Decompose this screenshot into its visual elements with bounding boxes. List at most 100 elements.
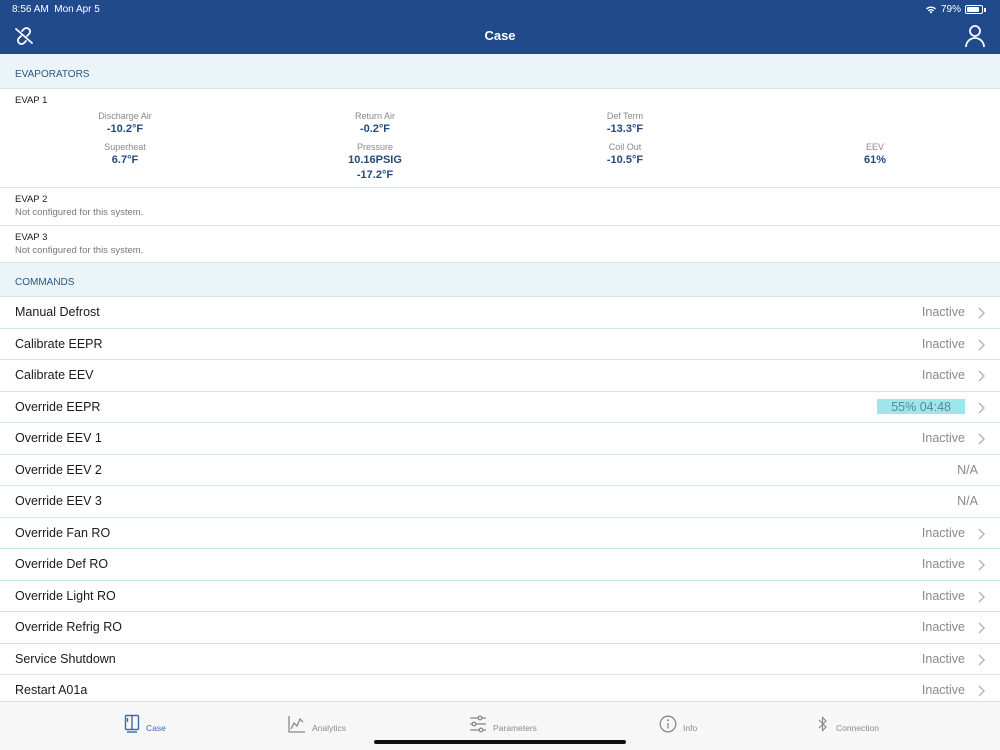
evap2-block: EVAP 2 Not configured for this system. — [0, 188, 1000, 226]
command-label: Override Fan RO — [15, 525, 111, 540]
command-row: Override EEV 3 N/A — [0, 486, 1000, 518]
discharge-air-metric: Discharge Air -10.2°F — [45, 111, 205, 137]
evap2-title: EVAP 2 — [15, 194, 48, 205]
command-row[interactable]: Service Shutdown Inactive — [0, 644, 1000, 675]
command-row[interactable]: Calibrate EEPR Inactive — [0, 329, 1000, 360]
user-icon[interactable] — [964, 24, 986, 48]
tab-connection[interactable]: Connection — [816, 712, 879, 736]
discharge-air-label: Discharge Air — [98, 111, 152, 121]
command-label: Override Def RO — [15, 557, 109, 571]
wifi-icon — [925, 6, 936, 14]
app-header: 8:56 AM Mon Apr 5 79% Case — [0, 0, 1000, 54]
chevron-right-icon — [978, 401, 986, 414]
chevron-right-icon — [978, 307, 986, 319]
superheat-metric: Superheat 6.7°F — [45, 142, 205, 168]
command-row[interactable]: Override Refrig RO Inactive — [0, 612, 1000, 644]
command-row: Override EEV 2 N/A — [0, 455, 1000, 486]
command-label: Calibrate EEPR — [15, 336, 103, 351]
command-status: Inactive — [921, 305, 965, 319]
evap3-note: Not configured for this system. — [15, 245, 144, 256]
command-row[interactable]: Override Def RO Inactive — [0, 549, 1000, 581]
battery-tip — [984, 7, 986, 12]
command-row[interactable]: Manual Defrost Inactive — [0, 297, 1000, 329]
info-icon — [659, 715, 677, 733]
command-status: Inactive — [921, 336, 965, 351]
command-status: Inactive — [921, 557, 965, 571]
def-term-value: -13.3°F — [606, 123, 644, 135]
tab-analytics[interactable]: Analytics — [288, 712, 346, 736]
tab-info-label: Info — [683, 722, 698, 733]
command-label: Override EEV 3 — [15, 494, 102, 508]
command-status-active: 55% 04:48 — [877, 398, 965, 414]
evaporators-section-header: EVAPORATORS — [0, 54, 1000, 89]
chevron-right-icon — [978, 433, 986, 445]
command-label: Override Refrig RO — [15, 620, 122, 634]
pressure-label: Pressure — [356, 142, 393, 152]
chevron-right-icon — [978, 685, 986, 697]
def-term-label: Def Term — [606, 111, 644, 121]
command-status: Inactive — [921, 588, 965, 603]
command-status: Inactive — [921, 683, 965, 697]
commands-section-header: COMMANDS — [0, 263, 1000, 297]
command-status: Inactive — [921, 651, 965, 666]
command-status: N/A — [957, 462, 978, 477]
status-date-text: Mon Apr 5 — [54, 4, 100, 15]
command-label: Override EEV 2 — [15, 462, 102, 477]
pressure-temp-value: -17.2°F — [356, 169, 394, 181]
case-icon — [124, 714, 140, 733]
evap3-block: EVAP 3 Not configured for this system. — [0, 226, 1000, 263]
battery-percent: 79% — [940, 4, 961, 15]
def-term-metric: Def Term -13.3°F — [545, 111, 705, 137]
command-label: Override EEPR — [15, 399, 101, 414]
command-label: Calibrate EEV — [15, 368, 94, 382]
status-time: 8:56 AM Mon Apr 5 — [12, 4, 100, 15]
status-time-text: 8:56 AM — [12, 4, 49, 15]
tab-case[interactable]: Case — [124, 712, 166, 736]
superheat-label: Superheat — [104, 142, 146, 152]
page-title: Case — [484, 28, 516, 43]
eev-label: EEV — [865, 142, 884, 152]
sliders-icon — [470, 715, 486, 733]
command-label: Service Shutdown — [15, 651, 116, 666]
status-right: 79% — [925, 4, 986, 15]
tab-analytics-label: Analytics — [312, 722, 347, 733]
coil-out-label: Coil Out — [608, 142, 642, 152]
tab-parameters-label: Parameters — [493, 722, 537, 733]
evap3-title: EVAP 3 — [15, 232, 48, 243]
return-air-label: Return Air — [354, 111, 396, 121]
tab-case-label: Case — [146, 722, 166, 733]
command-status: Inactive — [921, 525, 965, 540]
tab-parameters[interactable]: Parameters — [469, 712, 537, 736]
command-label: Restart A01a — [15, 683, 88, 697]
superheat-value: 6.7°F — [111, 154, 139, 166]
command-status: N/A — [957, 494, 978, 508]
evap1-block: EVAP 1 Discharge Air -10.2°F Return Air … — [0, 89, 1000, 188]
home-indicator — [374, 740, 626, 744]
return-air-metric: Return Air -0.2°F — [295, 111, 455, 137]
bluetooth-icon — [818, 716, 827, 732]
command-status: Inactive — [921, 368, 965, 382]
command-status: Inactive — [921, 620, 965, 634]
command-row[interactable]: Override EEPR 55% 04:48 — [0, 392, 1000, 423]
command-label: Override EEV 1 — [15, 431, 102, 445]
command-label: Manual Defrost — [15, 305, 100, 319]
pressure-metric: Pressure 10.16PSIG -17.2°F — [295, 142, 455, 183]
tab-info[interactable]: Info — [659, 712, 697, 736]
eev-metric: EEV 61% — [795, 142, 955, 168]
discharge-air-value: -10.2°F — [106, 123, 144, 135]
evap2-note: Not configured for this system. — [15, 207, 144, 218]
command-label: Override Light RO — [15, 588, 116, 603]
battery-icon — [965, 5, 983, 14]
chevron-right-icon — [978, 653, 986, 666]
command-row[interactable]: Override Fan RO Inactive — [0, 518, 1000, 549]
analytics-icon — [288, 716, 305, 733]
chevron-right-icon — [978, 590, 986, 603]
command-row[interactable]: Restart A01a Inactive — [0, 675, 1000, 701]
command-row[interactable]: Override EEV 1 Inactive — [0, 423, 1000, 455]
coil-out-value: -10.5°F — [606, 154, 644, 166]
command-row[interactable]: Calibrate EEV Inactive — [0, 360, 1000, 392]
coil-out-metric: Coil Out -10.5°F — [545, 142, 705, 168]
chevron-right-icon — [978, 338, 986, 351]
command-row[interactable]: Override Light RO Inactive — [0, 581, 1000, 612]
eev-value: 61% — [863, 154, 887, 166]
